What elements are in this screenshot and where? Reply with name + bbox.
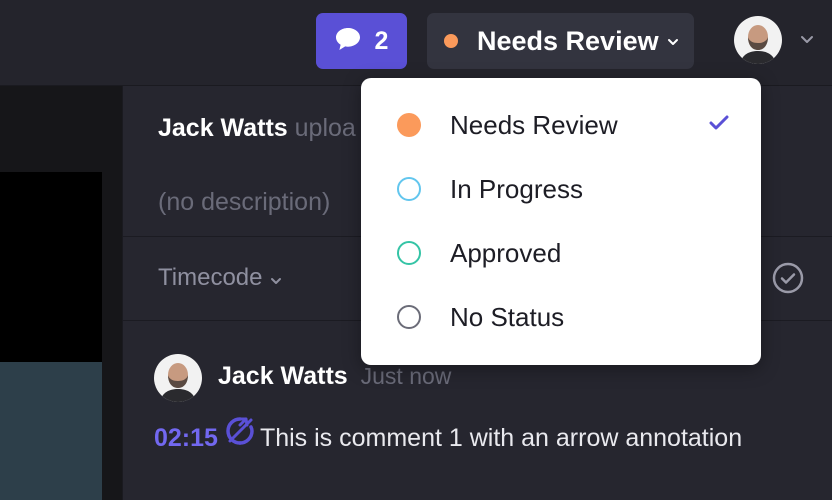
status-option-in-progress[interactable]: In Progress (361, 157, 761, 221)
avatar (734, 16, 782, 64)
status-option-approved[interactable]: Approved (361, 221, 761, 285)
top-bar: 2 Needs Review (0, 0, 832, 86)
chevron-down-icon (800, 31, 814, 49)
check-circle-icon[interactable] (771, 261, 805, 300)
uploader-line: Jack Watts uploa (158, 114, 356, 143)
annotation-icon[interactable] (224, 415, 256, 460)
chevron-down-icon (270, 264, 282, 292)
sort-dropdown[interactable]: Timecode (158, 264, 282, 292)
status-ring (397, 305, 421, 329)
user-menu[interactable] (734, 16, 814, 64)
status-option-label: No Status (450, 301, 565, 332)
status-option-label: Approved (450, 237, 562, 268)
status-option-label: Needs Review (450, 109, 618, 140)
status-ring (397, 177, 421, 201)
comment-timecode[interactable]: 02:15 (154, 424, 218, 452)
uploader-action: uploa (294, 114, 356, 142)
video-frame[interactable] (0, 172, 102, 362)
avatar (154, 354, 202, 402)
comments-button[interactable]: 2 (316, 13, 407, 69)
comment-text: This is comment 1 with an arrow annotati… (259, 424, 743, 453)
chevron-down-icon (667, 33, 679, 51)
comment-author: Jack Watts (218, 362, 348, 390)
status-dot (444, 34, 458, 48)
sort-label: Timecode (158, 264, 263, 291)
comment-header: Jack Watts Just now (218, 362, 451, 391)
status-ring (397, 241, 421, 265)
speech-bubble-icon (335, 27, 361, 56)
comment-time: Just now (360, 363, 452, 389)
uploader-name: Jack Watts (158, 114, 288, 142)
status-label: Needs Review (477, 25, 659, 56)
comment-body: 02:15 This is comment 1 with an arrow ann… (154, 415, 754, 464)
status-option-label: In Progress (450, 173, 583, 204)
comment-count: 2 (374, 26, 389, 55)
status-option-needs-review[interactable]: Needs Review (361, 93, 761, 157)
status-dot-filled (397, 113, 421, 137)
status-dropdown-button[interactable]: Needs Review (427, 13, 694, 69)
status-option-no-status[interactable]: No Status (361, 285, 761, 349)
asset-description: (no description) (158, 188, 331, 216)
video-thumbnail (0, 362, 102, 500)
status-menu: Needs Review In Progress Approved No Sta… (361, 78, 761, 365)
check-icon (708, 115, 730, 136)
